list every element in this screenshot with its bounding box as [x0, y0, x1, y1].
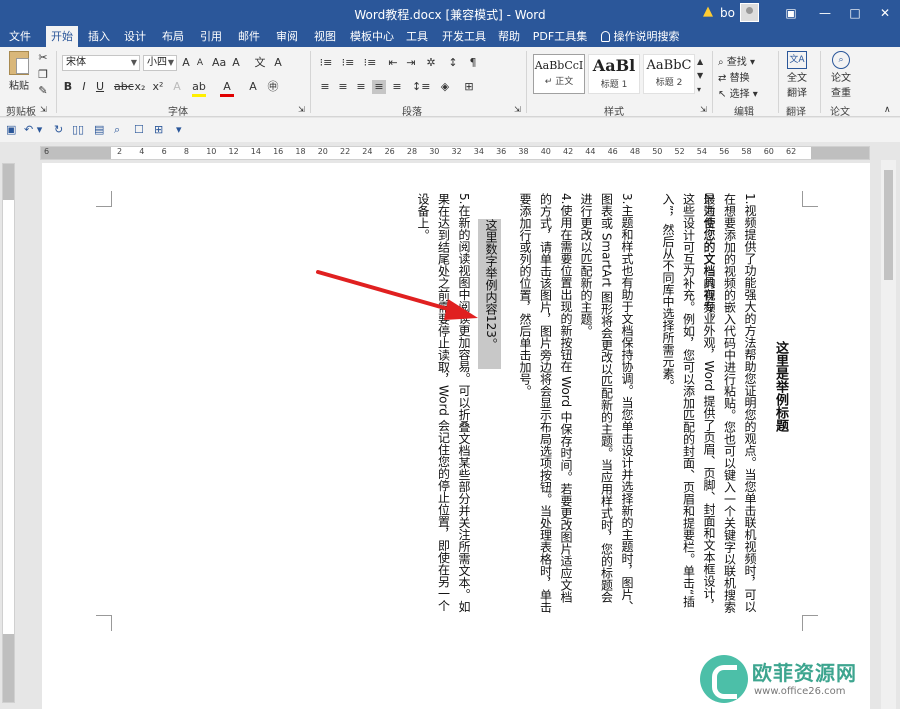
watermark-url: www.office26.com	[754, 686, 846, 697]
brand-logo-icon	[700, 655, 748, 703]
watermark-brand: 欧菲资源网	[752, 661, 857, 685]
annotation-arrow	[316, 270, 478, 320]
watermark: 欧菲资源网 www.office26.com	[700, 655, 900, 709]
